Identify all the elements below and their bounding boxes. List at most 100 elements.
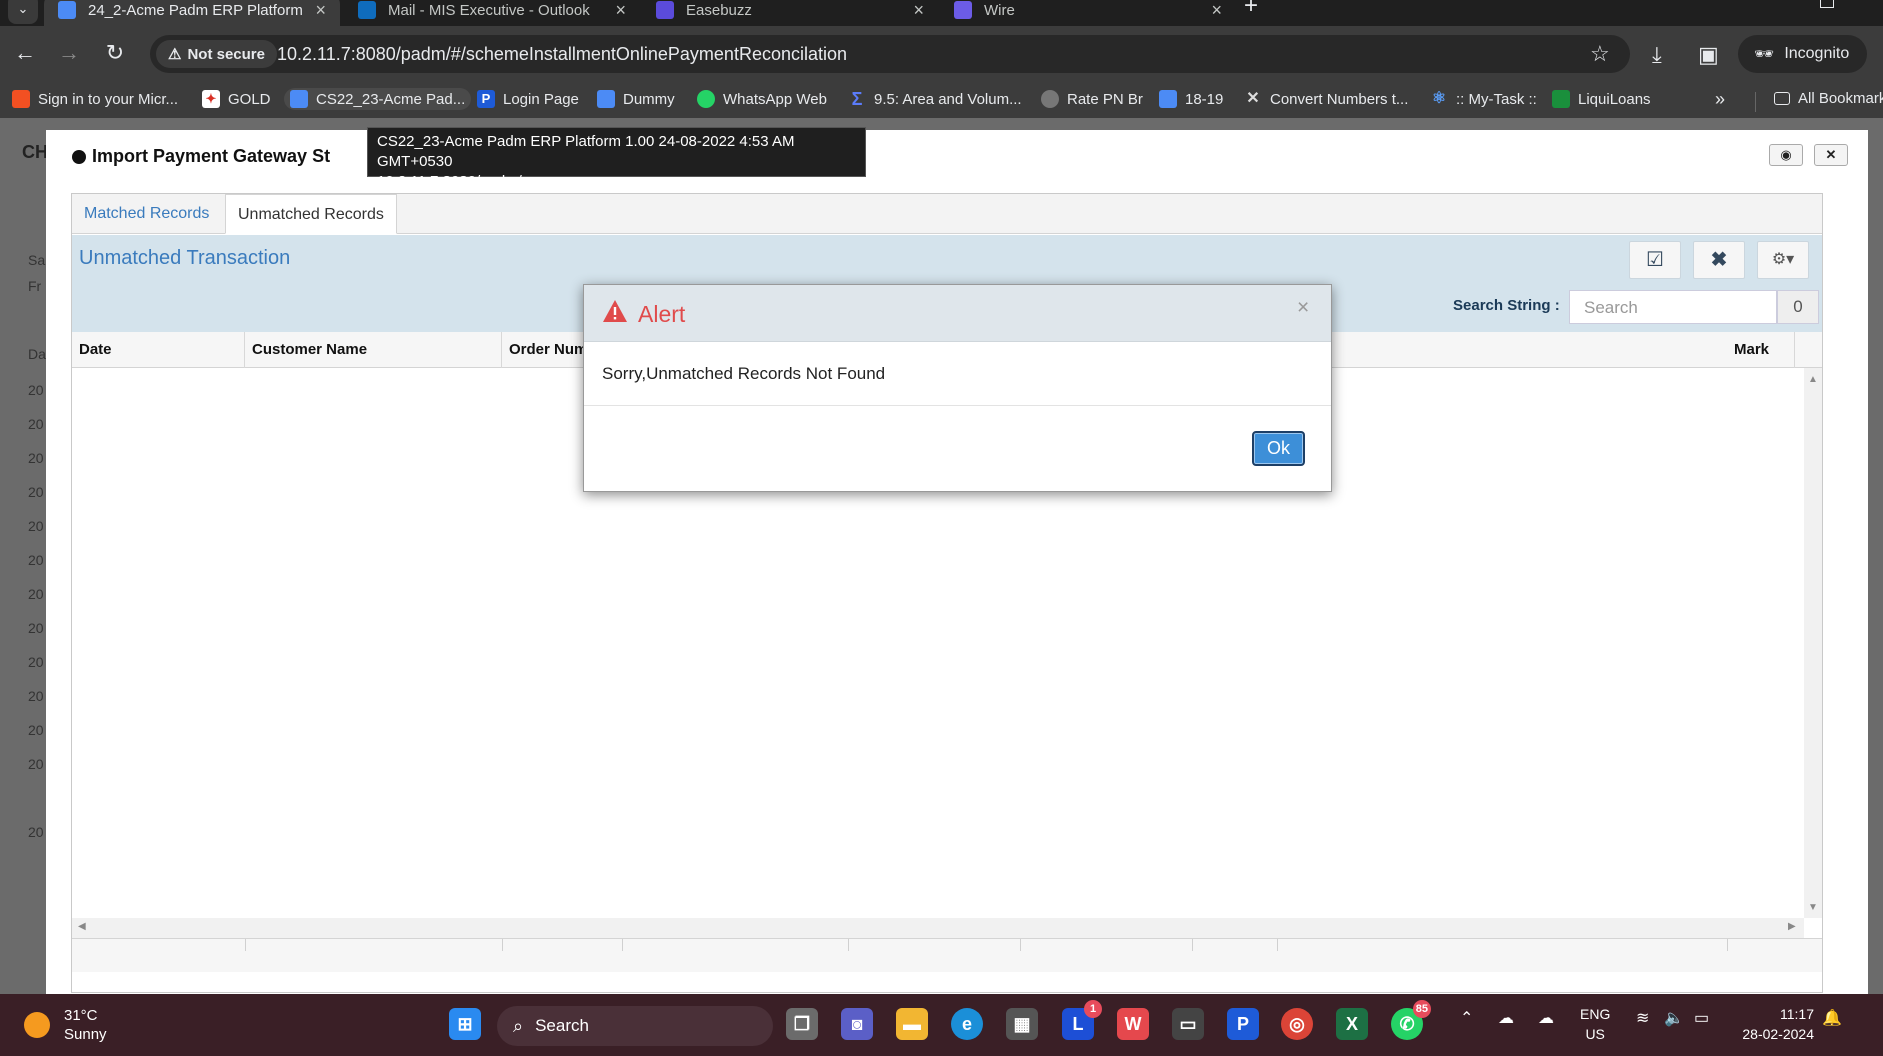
incognito-icon: 🕶: [1754, 46, 1775, 63]
windows-start-icon[interactable]: ⊞: [449, 1008, 481, 1040]
column-mark[interactable]: Mark: [1727, 332, 1795, 368]
teams-icon[interactable]: ◙: [841, 1008, 873, 1040]
tab-close-icon[interactable]: ×: [913, 0, 924, 21]
background-row-label: 20: [28, 518, 44, 534]
column-date[interactable]: Date: [72, 332, 245, 368]
scroll-up-icon[interactable]: ▲: [1808, 374, 1818, 385]
excel-icon[interactable]: X: [1336, 1008, 1368, 1040]
alert-divider: [584, 405, 1331, 406]
chrome-icon[interactable]: ◎: [1281, 1008, 1313, 1040]
tab-search-button[interactable]: ⌄: [8, 0, 38, 24]
weather-widget[interactable]: 31°C Sunny: [24, 1006, 107, 1044]
restore-window-icon[interactable]: [1820, 0, 1834, 8]
bookmark-item[interactable]: LiquiLoans: [1552, 90, 1651, 108]
bookmark-item[interactable]: Rate PN Br: [1041, 90, 1143, 108]
bookmark-item[interactable]: ✕ Convert Numbers t...: [1244, 90, 1408, 108]
wifi-icon[interactable]: ≋: [1636, 1008, 1649, 1028]
tab-title: Mail - MIS Executive - Outlook: [388, 1, 590, 19]
browser-tab[interactable]: Mail - MIS Executive - Outlook ×: [344, 0, 640, 26]
incognito-badge[interactable]: 🕶 Incognito: [1738, 35, 1868, 73]
tab-close-icon[interactable]: ×: [1211, 0, 1222, 21]
bell-icon[interactable]: 🔔: [1822, 1008, 1842, 1028]
confirm-check-button[interactable]: ☑: [1629, 241, 1681, 279]
bookmark-item[interactable]: Σ 9.5: Area and Volum...: [848, 90, 1022, 108]
search-input[interactable]: Search: [1569, 290, 1777, 324]
all-bookmarks-button[interactable]: All Bookmarks: [1774, 90, 1883, 107]
footer-divider: [1727, 939, 1728, 951]
bookmark-item[interactable]: P Login Page: [477, 90, 579, 108]
scroll-right-icon[interactable]: ▶: [1788, 921, 1796, 932]
new-tab-button[interactable]: +: [1244, 0, 1258, 20]
tab-close-icon[interactable]: ×: [615, 0, 626, 21]
horizontal-scrollbar[interactable]: ◀ ▶: [72, 918, 1804, 938]
alert-close-icon[interactable]: ×: [1297, 296, 1309, 320]
not-secure-badge[interactable]: ⚠ Not secure: [156, 40, 277, 68]
chevron-up-icon[interactable]: ⌃: [1460, 1008, 1473, 1028]
footer-divider: [502, 939, 503, 951]
onedrive-icon[interactable]: ☁: [1538, 1008, 1554, 1028]
clock[interactable]: 11:17 28-02-2024: [1734, 1004, 1814, 1044]
forward-arrow-icon[interactable]: →: [54, 40, 84, 66]
url-text[interactable]: 10.2.11.7:8080/padm/#/schemeInstallmentO…: [277, 44, 847, 65]
acme-icon: [58, 1, 76, 19]
back-arrow-icon[interactable]: ←: [10, 40, 40, 66]
battery-icon[interactable]: ▭: [1694, 1008, 1709, 1028]
notification-badge: 85: [1412, 1000, 1431, 1018]
taskbar-search[interactable]: ⌕ Search: [497, 1006, 773, 1046]
address-bar[interactable]: ⚠ Not secure 10.2.11.7:8080/padm/#/schem…: [150, 35, 1630, 73]
close-dialog-button[interactable]: ✕: [1814, 144, 1848, 166]
lang-bottom: US: [1585, 1026, 1605, 1042]
background-row-label: 20: [28, 416, 44, 432]
scroll-left-icon[interactable]: ◀: [78, 921, 86, 932]
l-app-icon[interactable]: L1: [1062, 1000, 1102, 1040]
more-bookmarks-icon[interactable]: »: [1715, 89, 1725, 110]
bookmark-item[interactable]: ✦ GOLD: [202, 90, 271, 108]
store-icon[interactable]: ▦: [1006, 1008, 1038, 1040]
footer-divider: [1192, 939, 1193, 951]
footer-divider: [622, 939, 623, 951]
browser-tab[interactable]: Wire ×: [940, 0, 1236, 26]
background-row-label: 20: [28, 620, 44, 636]
cloud-icon[interactable]: ☁: [1498, 1008, 1514, 1028]
date: 28-02-2024: [1742, 1026, 1814, 1042]
acme-icon: [290, 90, 308, 108]
bookmark-item[interactable]: CS22_23-Acme Pad...: [284, 88, 472, 110]
whatsapp-icon[interactable]: ✆ 85: [1391, 1000, 1431, 1040]
background-row-label: 20: [28, 382, 44, 398]
background-row-label: 20: [28, 654, 44, 670]
column-customer-name[interactable]: Customer Name: [245, 332, 502, 368]
ok-button[interactable]: Ok: [1252, 431, 1305, 466]
vertical-scrollbar[interactable]: ▲ ▼: [1804, 368, 1822, 918]
bookmark-item[interactable]: WhatsApp Web: [697, 90, 827, 108]
language-indicator[interactable]: ENG US: [1580, 1004, 1610, 1044]
bookmark-item[interactable]: Sign in to your Micr...: [12, 90, 178, 108]
bookmark-item[interactable]: Dummy: [597, 90, 675, 108]
tab-unmatched-records[interactable]: Unmatched Records: [225, 194, 397, 234]
speaker-icon[interactable]: 🔈: [1664, 1008, 1684, 1028]
reload-icon[interactable]: ↻: [100, 40, 130, 66]
bookmark-item[interactable]: 18-19: [1159, 90, 1223, 108]
wps-icon[interactable]: W: [1117, 1008, 1149, 1040]
tab-title: Easebuzz: [686, 1, 752, 19]
bookmark-item[interactable]: ⚛:: My-Task ::: [1430, 90, 1537, 108]
scroll-down-icon[interactable]: ▼: [1808, 902, 1818, 913]
tab-close-icon[interactable]: ×: [315, 0, 326, 21]
browser-tab-active[interactable]: 24_2-Acme Padm ERP Platform ×: [44, 0, 340, 26]
clear-x-button[interactable]: ✖: [1693, 241, 1745, 279]
tooltip-line: CS22_23-Acme Padm ERP Platform 1.00 24-0…: [377, 133, 795, 170]
window-app-icon[interactable]: ▭: [1172, 1008, 1204, 1040]
hide-eye-icon[interactable]: ◉: [1769, 144, 1803, 166]
download-icon[interactable]: ⤓: [1652, 42, 1662, 68]
settings-gear-icon[interactable]: ⚙▾: [1757, 241, 1809, 279]
task-view-icon[interactable]: ❐: [786, 1008, 818, 1040]
background-row-label: 20: [28, 586, 44, 602]
gold-icon: ✦: [202, 90, 220, 108]
not-secure-label: Not secure: [187, 45, 265, 63]
browser-tab[interactable]: Easebuzz ×: [642, 0, 938, 26]
file-explorer-icon[interactable]: ▬: [896, 1008, 928, 1040]
tab-matched-records[interactable]: Matched Records: [72, 194, 221, 234]
p-app-icon[interactable]: P: [1227, 1008, 1259, 1040]
side-panel-icon[interactable]: ▣: [1698, 42, 1719, 68]
edge-icon[interactable]: e: [951, 1008, 983, 1040]
bookmark-star-icon[interactable]: ☆: [1590, 41, 1610, 67]
